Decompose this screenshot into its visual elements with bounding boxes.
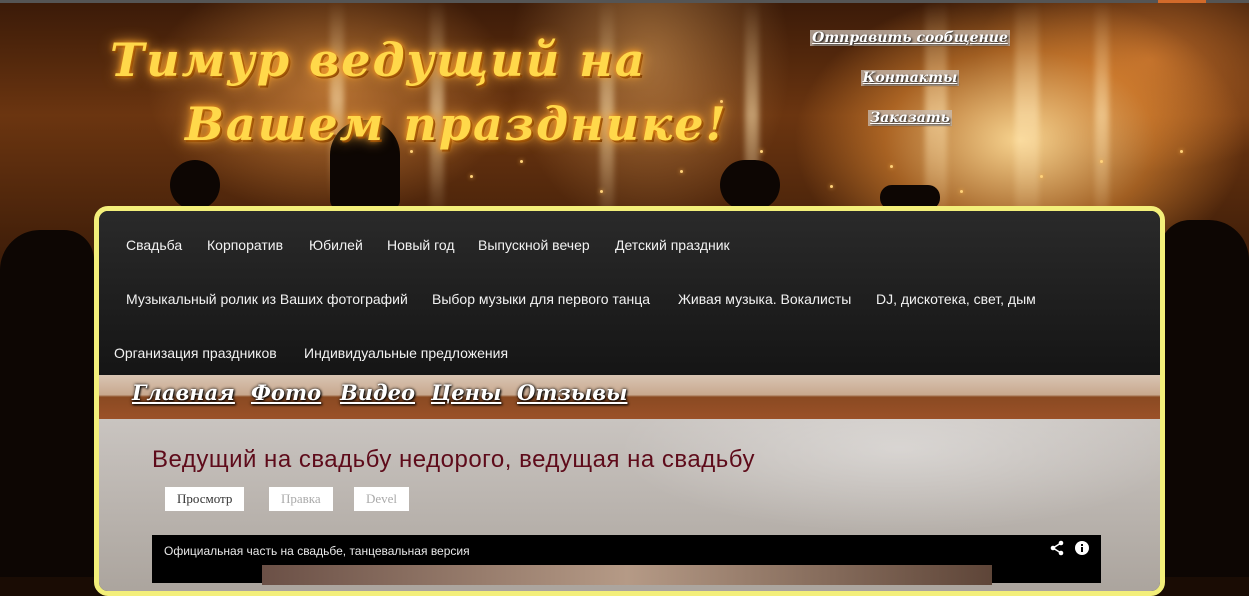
- nav-item-kids-party[interactable]: Детский праздник: [615, 237, 730, 253]
- nav-item-dj[interactable]: DJ, дискотека, свет, дым: [876, 291, 1036, 307]
- contacts-label: Контакты: [860, 70, 960, 86]
- logo-line-1: Тимур ведущий на: [110, 33, 647, 87]
- tab-devel[interactable]: Devel: [354, 487, 410, 511]
- nav-item-first-dance[interactable]: Выбор музыки для первого танца: [432, 291, 650, 307]
- tab-view[interactable]: Просмотр: [165, 487, 245, 511]
- video-player[interactable]: Официальная часть на свадьбе, танцевальн…: [152, 535, 1101, 585]
- site-logo[interactable]: Тимур ведущий на Вашем празднике!: [110, 28, 730, 156]
- tab-edit[interactable]: Правка: [269, 487, 333, 511]
- nav-link-reviews[interactable]: Отзывы: [517, 380, 627, 405]
- nav-item-new-year[interactable]: Новый год: [387, 237, 455, 253]
- dancer-silhouette: [170, 160, 220, 210]
- dancer-silhouette: [1160, 220, 1249, 577]
- nav-item-wedding[interactable]: Свадьба: [126, 237, 182, 253]
- send-message-link[interactable]: Отправить сообщение: [810, 30, 1010, 46]
- share-icon[interactable]: [1049, 540, 1065, 561]
- nav-link-video[interactable]: Видео: [340, 380, 415, 405]
- send-message-label: Отправить сообщение: [810, 30, 1010, 46]
- logo-line-2: Вашем празднике!: [185, 97, 728, 151]
- nav-item-anniversary[interactable]: Юбилей: [309, 237, 363, 253]
- video-title[interactable]: Официальная часть на свадьбе, танцевальн…: [164, 544, 470, 558]
- nav-link-photo[interactable]: Фото: [251, 380, 321, 405]
- contacts-link[interactable]: Контакты: [810, 70, 1010, 86]
- nav-item-organization[interactable]: Организация праздников: [114, 345, 277, 361]
- nav-item-individual[interactable]: Индивидуальные предложения: [304, 345, 508, 361]
- dancer-silhouette: [720, 160, 780, 210]
- nav-link-prices[interactable]: Цены: [431, 380, 501, 405]
- top-bar-accent: [1158, 0, 1206, 3]
- nav-item-photo-video[interactable]: Музыкальный ролик из Ваших фотографий: [126, 291, 408, 307]
- nav-item-corporate[interactable]: Корпоратив: [207, 237, 283, 253]
- order-label: Заказать: [868, 110, 952, 126]
- nav-item-graduation[interactable]: Выпускной вечер: [478, 237, 590, 253]
- nav-item-live-music[interactable]: Живая музыка. Вокалисты: [678, 291, 851, 307]
- dancer-silhouette: [0, 230, 94, 577]
- nav-link-home[interactable]: Главная: [132, 380, 235, 405]
- video-thumbnail[interactable]: [262, 565, 992, 585]
- page-title: Ведущий на свадьбу недорого, ведущая на …: [152, 446, 755, 473]
- order-link[interactable]: Заказать: [810, 110, 1010, 126]
- secondary-navigation: Главная Фото Видео Цены Отзывы: [99, 375, 1160, 419]
- top-bar: [0, 0, 1249, 3]
- main-navigation: Свадьба Корпоратив Юбилей Новый год Выпу…: [99, 211, 1160, 375]
- content-area: Ведущий на свадьбу недорого, ведущая на …: [99, 419, 1160, 591]
- main-frame: Свадьба Корпоратив Юбилей Новый год Выпу…: [94, 206, 1165, 596]
- light-beam: [1095, 0, 1109, 230]
- light-beam: [1015, 0, 1039, 230]
- info-icon[interactable]: [1074, 540, 1090, 561]
